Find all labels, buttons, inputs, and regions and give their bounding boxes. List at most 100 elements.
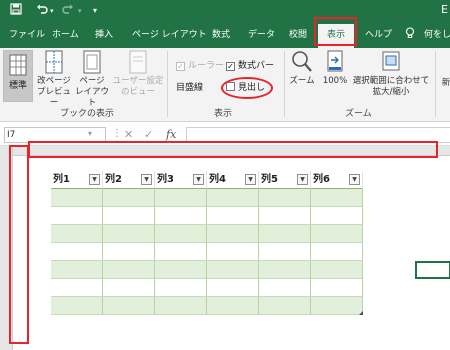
table-cell[interactable] (259, 261, 311, 279)
page-break-label-2: プレビュー (36, 87, 71, 108)
table-cell[interactable] (311, 243, 363, 261)
table-cell[interactable] (155, 261, 207, 279)
zoom-to-selection-button[interactable]: 選択範囲に合わせて 拡大/縮小 (351, 50, 431, 98)
table-cell[interactable] (103, 207, 155, 225)
zoom-100-label: 100% (322, 76, 348, 86)
tab-insert[interactable]: 挿入 (95, 22, 113, 48)
table-cell[interactable] (311, 261, 363, 279)
filter-dropdown-icon[interactable]: ▼ (89, 174, 100, 185)
table-cell[interactable] (51, 207, 103, 225)
header-label: 列1 (53, 174, 70, 185)
table-cell[interactable] (207, 225, 259, 243)
redo-icon (62, 3, 74, 19)
name-box-dropdown-icon[interactable]: ▾ (88, 129, 92, 138)
table-cell[interactable] (259, 297, 311, 315)
tab-data[interactable]: データ (248, 22, 275, 48)
table-cell[interactable] (51, 225, 103, 243)
table-cell[interactable] (311, 297, 363, 315)
active-cell[interactable] (415, 261, 450, 279)
zoom-button[interactable]: ズーム (287, 50, 317, 87)
filter-dropdown-icon[interactable]: ▼ (297, 174, 308, 185)
table-header-cell[interactable]: 列2 ▼ (103, 171, 155, 189)
table-cell[interactable] (103, 225, 155, 243)
table-resize-handle[interactable] (359, 311, 363, 315)
zoom-100-icon (327, 50, 343, 72)
table-cell[interactable] (207, 243, 259, 261)
title-bar: ▾ ▾ ▾ E (0, 0, 450, 22)
tab-formulas[interactable]: 数式 (212, 22, 230, 48)
tab-file[interactable]: ファイル (9, 22, 45, 48)
tab-page-layout[interactable]: ページ レイアウト (132, 22, 207, 48)
table-cell[interactable] (259, 225, 311, 243)
table-header-cell[interactable]: 列5 ▼ (259, 171, 311, 189)
filter-dropdown-icon[interactable]: ▼ (141, 174, 152, 185)
table-cell[interactable] (311, 279, 363, 297)
table-cell[interactable] (155, 297, 207, 315)
tab-help[interactable]: ヘルプ (365, 22, 392, 48)
table-cell[interactable] (259, 207, 311, 225)
table-cell[interactable] (207, 297, 259, 315)
table-cell[interactable] (103, 279, 155, 297)
tab-review[interactable]: 校閲 (289, 22, 307, 48)
table-cell[interactable] (51, 261, 103, 279)
formula-bar-checkbox[interactable]: ✓ 数式バー (226, 60, 274, 72)
table-cell[interactable] (311, 225, 363, 243)
table-header-row: 列1 ▼ 列2 ▼ 列3 ▼ 列4 ▼ 列5 ▼ 列6 ▼ (51, 171, 363, 189)
table-cell[interactable] (103, 261, 155, 279)
insert-function-icon[interactable]: fx (166, 128, 176, 141)
table-cell[interactable] (155, 207, 207, 225)
redo-dropdown-icon: ▾ (78, 7, 82, 15)
table-cell[interactable] (103, 297, 155, 315)
custom-views-label-1: ユーザー設定 (112, 76, 164, 86)
page-layout-button[interactable]: ページ レイアウト (74, 50, 110, 109)
table-cell[interactable] (311, 207, 363, 225)
undo-icon[interactable] (36, 3, 48, 19)
table-header-cell[interactable]: 列3 ▼ (155, 171, 207, 189)
table-cell[interactable] (103, 189, 155, 207)
table-header-cell[interactable]: 列6 ▼ (311, 171, 363, 189)
tab-home[interactable]: ホーム (52, 22, 79, 48)
tell-me-search[interactable]: 何をし (424, 22, 450, 48)
filter-dropdown-icon[interactable]: ▼ (193, 174, 204, 185)
custom-views-label-2: のビュー (120, 87, 155, 97)
table-cell[interactable] (51, 297, 103, 315)
table-row (51, 189, 363, 207)
table-cell[interactable] (103, 243, 155, 261)
zoom-100-button[interactable]: 100% (320, 50, 350, 87)
undo-dropdown-icon[interactable]: ▾ (50, 3, 54, 19)
data-table: 列1 ▼ 列2 ▼ 列3 ▼ 列4 ▼ 列5 ▼ 列6 ▼ (51, 171, 363, 315)
customize-qat-icon[interactable]: ▾ (93, 3, 97, 19)
table-cell[interactable] (207, 261, 259, 279)
annotation-highlight-column-headings (28, 141, 438, 158)
table-cell[interactable] (51, 243, 103, 261)
table-cell[interactable] (155, 189, 207, 207)
table-header-cell[interactable]: 列4 ▼ (207, 171, 259, 189)
table-cell[interactable] (207, 207, 259, 225)
filter-dropdown-icon[interactable]: ▼ (349, 174, 360, 185)
page-break-preview-icon (45, 50, 63, 74)
table-cell[interactable] (51, 279, 103, 297)
table-cell[interactable] (207, 189, 259, 207)
cancel-icon[interactable]: ✕ (124, 128, 133, 141)
new-window-button[interactable]: 新 (439, 78, 450, 89)
normal-view-button[interactable]: 標準 (3, 50, 33, 102)
table-cell[interactable] (155, 243, 207, 261)
table-cell[interactable] (311, 189, 363, 207)
gridlines-checkbox[interactable]: 目盛線 (176, 82, 203, 94)
table-cell[interactable] (259, 189, 311, 207)
table-cell[interactable] (207, 279, 259, 297)
table-cell[interactable] (155, 279, 207, 297)
page-break-preview-button[interactable]: 改ページ プレビュー (36, 50, 72, 109)
table-cell[interactable] (51, 189, 103, 207)
lightbulb-icon[interactable] (405, 22, 415, 48)
workbook-views-group-label: ブックの表示 (60, 109, 115, 119)
save-icon[interactable] (10, 3, 22, 19)
ribbon-tabs: ファイル ホーム 挿入 ページ レイアウト 数式 データ 校閲 表示 ヘルプ 何… (0, 22, 450, 48)
table-row (51, 243, 363, 261)
table-cell[interactable] (155, 225, 207, 243)
table-header-cell[interactable]: 列1 ▼ (51, 171, 103, 189)
enter-icon[interactable]: ✓ (144, 128, 153, 141)
table-cell[interactable] (259, 243, 311, 261)
filter-dropdown-icon[interactable]: ▼ (245, 174, 256, 185)
table-cell[interactable] (259, 279, 311, 297)
